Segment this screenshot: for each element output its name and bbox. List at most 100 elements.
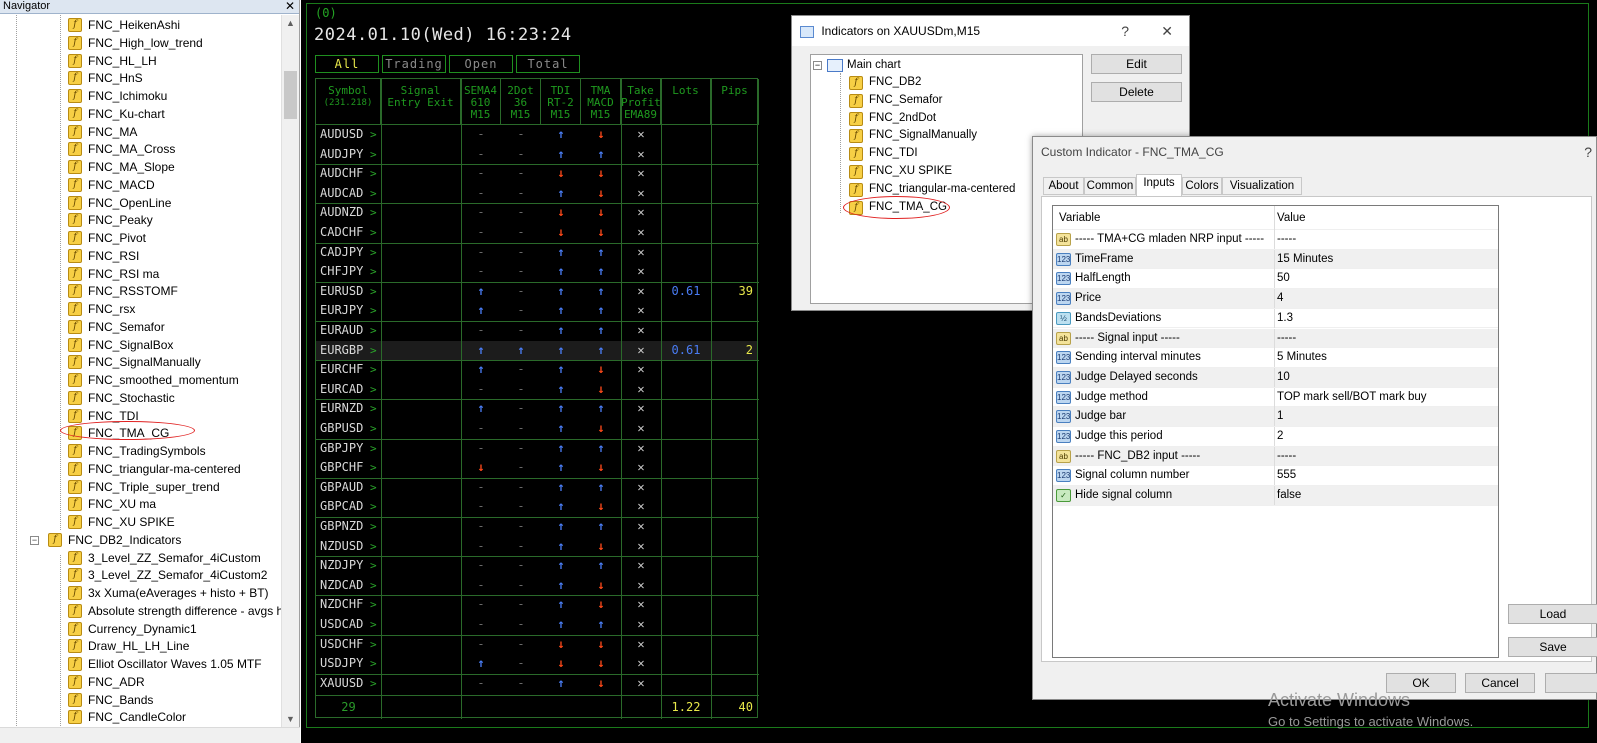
chevron-right-icon[interactable]: > [363, 304, 377, 317]
input-row[interactable]: 123 Signal column number 555 [1053, 466, 1498, 487]
chevron-right-icon[interactable]: > [363, 324, 377, 337]
chevron-right-icon[interactable]: > [363, 187, 377, 200]
tab-about[interactable]: About [1043, 177, 1084, 195]
input-value[interactable]: 5 Minutes [1277, 348, 1327, 367]
navigator-item[interactable]: f FNC_Peaky [0, 211, 281, 229]
navigator-item[interactable]: f FNC_RSI ma [0, 265, 281, 283]
close-x-icon[interactable]: ✕ [621, 282, 661, 302]
navigator-item[interactable]: f FNC_Stochastic [0, 389, 281, 407]
input-row[interactable]: ½ BandsDeviations 1.3 [1053, 308, 1498, 329]
navigator-horizontal-scrollbar[interactable] [0, 727, 300, 743]
symbol-cell[interactable]: EURUSD > [316, 282, 381, 302]
tab-common[interactable]: Common [1084, 177, 1136, 195]
navigator-item[interactable]: f FNC_triangular-ma-centered [0, 460, 281, 478]
chevron-right-icon[interactable]: > [363, 481, 377, 494]
close-x-icon[interactable]: ✕ [621, 654, 661, 674]
navigator-item[interactable]: f FNC_HnS [0, 69, 281, 87]
symbol-cell[interactable]: EURJPY > [316, 301, 381, 321]
symbol-cell[interactable]: GBPNZD > [316, 517, 381, 537]
input-value[interactable]: 1.3 [1277, 309, 1293, 328]
input-row[interactable]: 123 Price 4 [1053, 289, 1498, 309]
close-x-icon[interactable]: ✕ [621, 164, 661, 184]
collapse-icon[interactable]: − [30, 535, 39, 545]
chevron-right-icon[interactable]: > [363, 148, 377, 161]
navigator-item[interactable]: f FNC_MA_Slope [0, 158, 281, 176]
navigator-item[interactable]: f FNC_MA_Cross [0, 140, 281, 158]
input-row[interactable]: 123 HalfLength 50 [1053, 269, 1498, 290]
close-x-icon[interactable]: ✕ [621, 399, 661, 419]
symbol-cell[interactable]: GBPJPY > [316, 439, 381, 459]
navigator-item[interactable]: f FNC_CandleColor [0, 708, 281, 726]
close-x-icon[interactable]: ✕ [621, 517, 661, 537]
chevron-right-icon[interactable]: > [363, 128, 377, 141]
navigator-item[interactable]: f 3_Level_ZZ_Semafor_4iCustom2 [0, 566, 281, 584]
symbol-cell[interactable]: AUDUSD > [316, 125, 381, 145]
navigator-item[interactable]: f FNC_OpenLine [0, 194, 281, 212]
symbol-cell[interactable]: GBPCAD > [316, 497, 381, 517]
cancel-button[interactable]: Cancel [1465, 673, 1535, 693]
navigator-item[interactable]: f FNC_SignalBox [0, 336, 281, 354]
navigator-item[interactable]: f FNC_XU SPIKE [0, 513, 281, 531]
tab-visualization[interactable]: Visualization [1222, 177, 1302, 195]
chevron-right-icon[interactable]: > [363, 638, 377, 651]
input-row[interactable]: 123 Judge method TOP mark sell/BOT mark bu… [1053, 387, 1498, 408]
filter-open-button[interactable]: Open [449, 55, 513, 73]
symbol-cell[interactable]: NZDJPY > [316, 556, 381, 576]
input-row[interactable]: ab ----- FNC_DB2 input ----- ----- [1053, 446, 1498, 467]
chevron-right-icon[interactable]: > [363, 285, 377, 298]
navigator-item[interactable]: f FNC_MACD [0, 176, 281, 194]
close-x-icon[interactable]: ✕ [621, 556, 661, 576]
input-row[interactable]: ✓ Hide signal column false [1053, 486, 1498, 506]
navigator-item[interactable]: f FNC_Semafor [0, 318, 281, 336]
symbol-cell[interactable]: USDCHF > [316, 635, 381, 655]
navigator-item[interactable]: f FNC_Bands [0, 691, 281, 709]
scrollbar-thumb[interactable] [284, 71, 297, 119]
chevron-right-icon[interactable]: > [363, 442, 377, 455]
close-x-icon[interactable]: ✕ [621, 615, 661, 635]
close-x-icon[interactable]: ✕ [621, 223, 661, 243]
navigator-item[interactable]: f Currency_Dynamic1 [0, 620, 281, 638]
tab-inputs[interactable]: Inputs [1136, 174, 1182, 196]
chevron-right-icon[interactable]: > [363, 677, 377, 690]
save-button[interactable]: Save [1508, 637, 1597, 657]
navigator-item[interactable]: f 3_Level_ZZ_Semafor_4iCustom [0, 549, 281, 567]
close-x-icon[interactable]: ✕ [621, 301, 661, 321]
load-button[interactable]: Load [1508, 604, 1597, 624]
symbol-cell[interactable]: AUDCAD > [316, 184, 381, 204]
input-value[interactable]: 1 [1277, 407, 1283, 426]
navigator-item[interactable]: f FNC_Ichimoku [0, 87, 281, 105]
navigator-item[interactable]: − f FNC_DB2_Indicators [0, 531, 281, 549]
close-x-icon[interactable]: ✕ [621, 595, 661, 615]
chevron-right-icon[interactable]: > [363, 520, 377, 533]
input-row[interactable]: 123 Judge Delayed seconds 10 [1053, 367, 1498, 388]
chevron-right-icon[interactable]: > [363, 265, 377, 278]
navigator-item[interactable]: f FNC_Ku-chart [0, 105, 281, 123]
chevron-right-icon[interactable]: > [363, 618, 377, 631]
close-x-icon[interactable]: ✕ [621, 635, 661, 655]
symbol-cell[interactable]: NZDCHF > [316, 595, 381, 615]
close-x-icon[interactable]: ✕ [621, 478, 661, 498]
close-x-icon[interactable]: ✕ [621, 674, 661, 694]
filter-trading-button[interactable]: Trading [382, 55, 446, 73]
collapse-icon[interactable]: − [813, 61, 822, 70]
chevron-right-icon[interactable]: > [363, 402, 377, 415]
symbol-cell[interactable]: NZDUSD > [316, 537, 381, 557]
input-row[interactable]: 123 Sending interval minutes 5 Minutes [1053, 348, 1498, 368]
close-icon[interactable]: ✕ [285, 0, 295, 13]
scroll-up-icon[interactable]: ▲ [282, 15, 299, 31]
input-value[interactable]: TOP mark sell/BOT mark buy [1277, 388, 1427, 407]
close-x-icon[interactable]: ✕ [621, 576, 661, 596]
input-value[interactable]: 50 [1277, 269, 1290, 288]
navigator-item[interactable]: f Elliot Oscillator Waves 1.05 MTF [0, 655, 281, 673]
symbol-cell[interactable]: CADJPY > [316, 243, 381, 263]
chevron-right-icon[interactable]: > [363, 559, 377, 572]
close-x-icon[interactable]: ✕ [621, 537, 661, 557]
navigator-item[interactable]: f FNC_MA [0, 123, 281, 141]
symbol-cell[interactable]: EURAUD > [316, 321, 381, 341]
input-value[interactable]: 4 [1277, 289, 1283, 308]
scroll-down-icon[interactable]: ▼ [282, 711, 299, 727]
apply-button-partial[interactable] [1545, 673, 1597, 693]
chevron-right-icon[interactable]: > [363, 657, 377, 670]
navigator-item[interactable]: f FNC_TDI [0, 407, 281, 425]
close-icon[interactable]: ✕ [1161, 16, 1173, 46]
